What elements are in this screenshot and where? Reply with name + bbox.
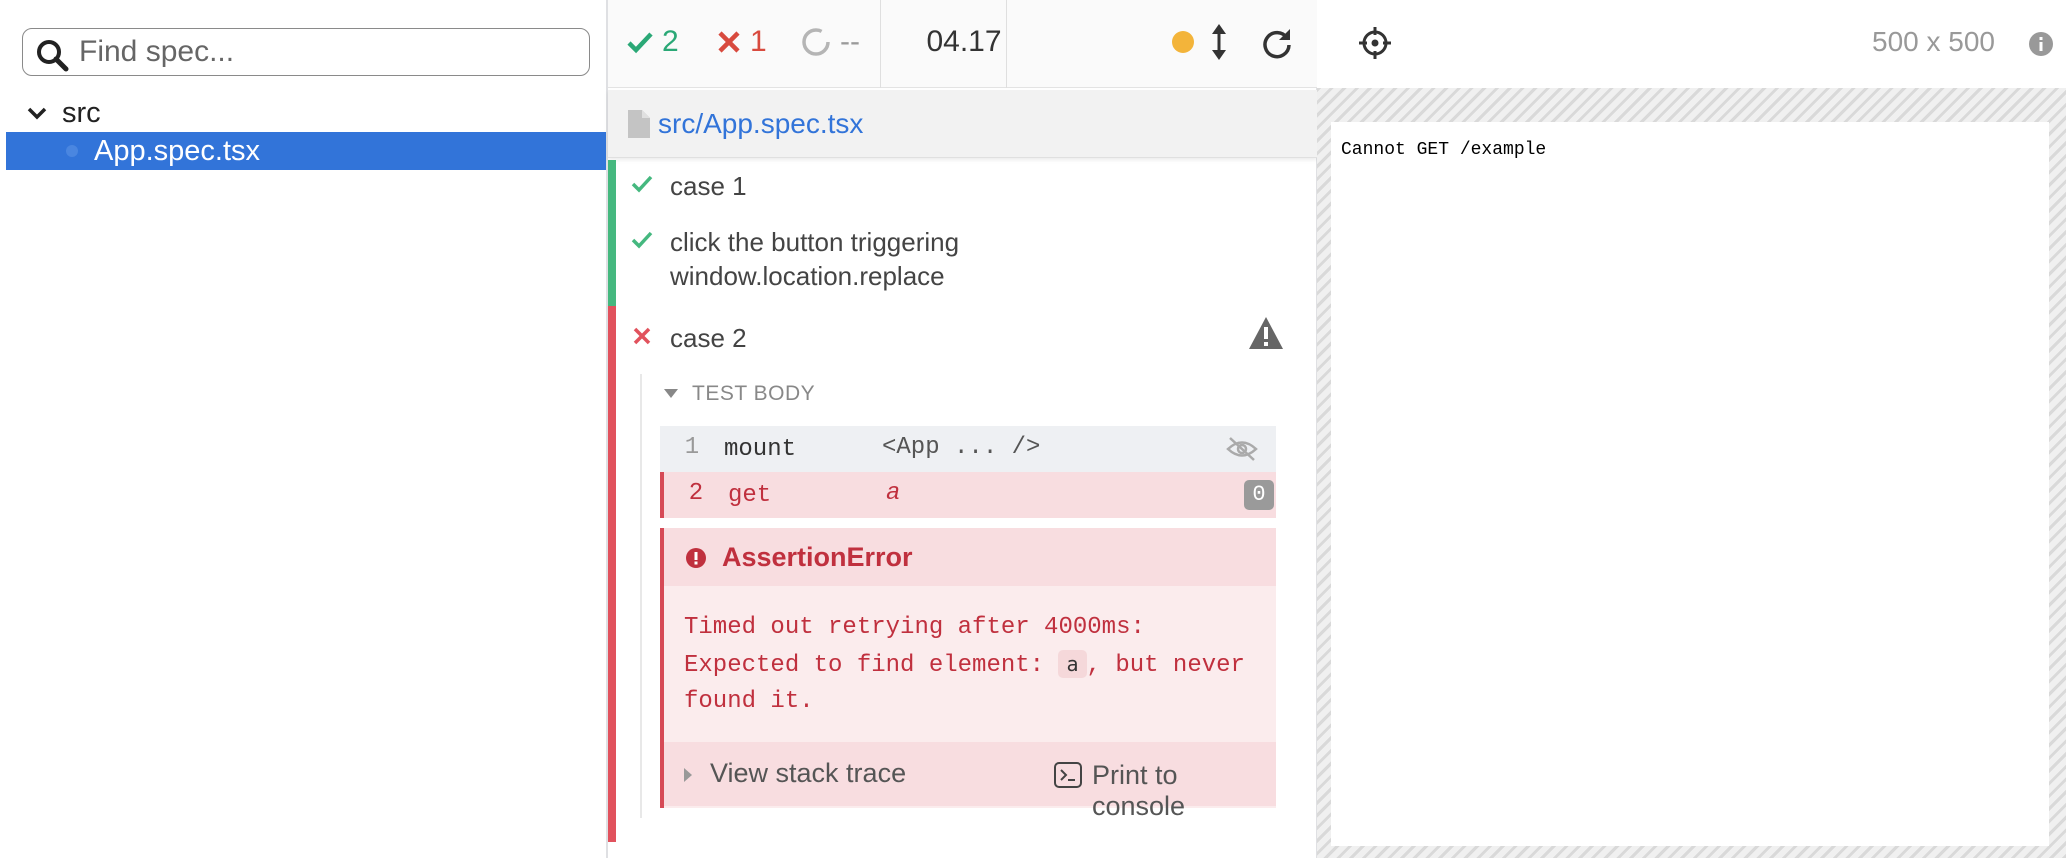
- eye-slash-icon: [1226, 437, 1258, 461]
- test-title: case 2: [670, 323, 747, 353]
- spec-search-input[interactable]: [79, 33, 579, 71]
- spec-file-header: src/App.spec.tsx: [608, 90, 1317, 158]
- test-title: case 1: [670, 171, 747, 201]
- aut-toolbar: 500 x 500: [1317, 0, 2066, 88]
- running-status-dot: [1172, 31, 1194, 53]
- viewport-size: 500 x 500: [1872, 26, 1995, 57]
- error-message-text: Expected to find element:: [684, 652, 1059, 679]
- x-icon: [718, 31, 740, 53]
- test-body-toggle[interactable]: TEST BODY: [664, 382, 815, 406]
- error-message: Timed out retrying after 4000ms: Expecte…: [684, 610, 1264, 720]
- stats-bar: 2 1 -- 04.17: [608, 0, 1317, 88]
- aut-iframe[interactable]: Cannot GET /example: [1331, 122, 2049, 846]
- document-icon: [628, 110, 650, 138]
- command-message: <App ... />: [882, 434, 1041, 461]
- divider: [1006, 0, 1007, 88]
- restart-icon[interactable]: [1260, 26, 1294, 60]
- passed-indicator-bar: [608, 160, 616, 306]
- command-name: get: [728, 482, 772, 509]
- error-name: AssertionError: [722, 542, 913, 572]
- aut-iframe-container: Cannot GET /example: [1317, 88, 2066, 858]
- spec-file-label: App.spec.tsx: [94, 134, 261, 167]
- error-message-line-3: found it.: [684, 688, 814, 715]
- spec-file-item[interactable]: App.spec.tsx: [6, 132, 606, 170]
- caret-down-icon: [664, 389, 678, 398]
- terminal-icon[interactable]: [1054, 762, 1082, 788]
- exclamation-circle-icon: [686, 548, 706, 568]
- spec-list-panel: src App.spec.tsx: [0, 0, 608, 858]
- info-icon[interactable]: [2029, 32, 2053, 56]
- pending-spinner-icon: [802, 28, 830, 56]
- aut-page-text: Cannot GET /example: [1341, 140, 1547, 160]
- divider: [880, 0, 881, 88]
- test-title-line-1: click the button triggering: [670, 227, 960, 257]
- failed-count-value: 1: [750, 25, 767, 58]
- file-icon: [66, 145, 78, 157]
- spec-search-box[interactable]: [22, 28, 590, 76]
- crosshairs-icon[interactable]: [1358, 26, 1392, 60]
- command-message: a: [886, 480, 901, 507]
- test-body-label: TEST BODY: [692, 382, 816, 405]
- pending-count-value: --: [840, 25, 860, 58]
- passed-count-value: 2: [662, 25, 679, 58]
- duration: 04.17: [926, 25, 1002, 58]
- error-panel: AssertionError Timed out retrying after …: [660, 528, 1276, 821]
- warning-icon[interactable]: [1248, 316, 1284, 350]
- pending-count: --: [800, 20, 860, 64]
- x-icon: [633, 327, 651, 345]
- command-number: 2: [688, 480, 704, 507]
- folder-label: src: [62, 96, 101, 129]
- element-count-badge: 0: [1244, 480, 1274, 510]
- command-number: 1: [684, 434, 700, 461]
- caret-right-icon: [684, 768, 692, 782]
- command-name: mount: [724, 436, 797, 463]
- test-body-guide: [640, 374, 642, 818]
- error-footer: View stack trace Print to console: [664, 742, 1276, 821]
- check-icon: [631, 175, 653, 193]
- command-row-failed[interactable]: 2 get a 0: [660, 472, 1276, 518]
- spec-folder-src[interactable]: src: [26, 96, 101, 130]
- failed-indicator-bar: [608, 306, 616, 842]
- spec-file-path[interactable]: src/App.spec.tsx: [658, 108, 863, 140]
- error-message-line-2: Expected to find element: a, but never: [684, 646, 1264, 684]
- reporter-panel: 2 1 -- 04.17 src/App.spec.tsx case 1 cli…: [608, 0, 1317, 858]
- failed-count: 1: [716, 20, 767, 64]
- view-stack-trace-link[interactable]: View stack trace: [710, 758, 906, 789]
- chevron-down-icon: [27, 107, 47, 120]
- test-title-line-2: window.location.replace: [670, 261, 945, 291]
- command-row[interactable]: 1 mount <App ... />: [660, 426, 1276, 472]
- passed-count: 2: [626, 20, 679, 64]
- error-selector-code: a: [1058, 650, 1087, 678]
- error-message-line-1: Timed out retrying after 4000ms:: [684, 614, 1145, 641]
- auto-scroll-icon[interactable]: [1208, 24, 1230, 60]
- check-icon: [631, 231, 653, 249]
- check-icon: [627, 32, 653, 54]
- error-header: AssertionError: [664, 528, 1276, 586]
- test-list: case 1 click the button triggering windo…: [608, 160, 1317, 842]
- search-icon: [37, 40, 69, 72]
- aut-panel: 500 x 500 Cannot GET /example: [1317, 0, 2066, 858]
- print-to-console-button[interactable]: Print to console: [1092, 760, 1276, 822]
- error-message-text: , but never: [1086, 652, 1245, 679]
